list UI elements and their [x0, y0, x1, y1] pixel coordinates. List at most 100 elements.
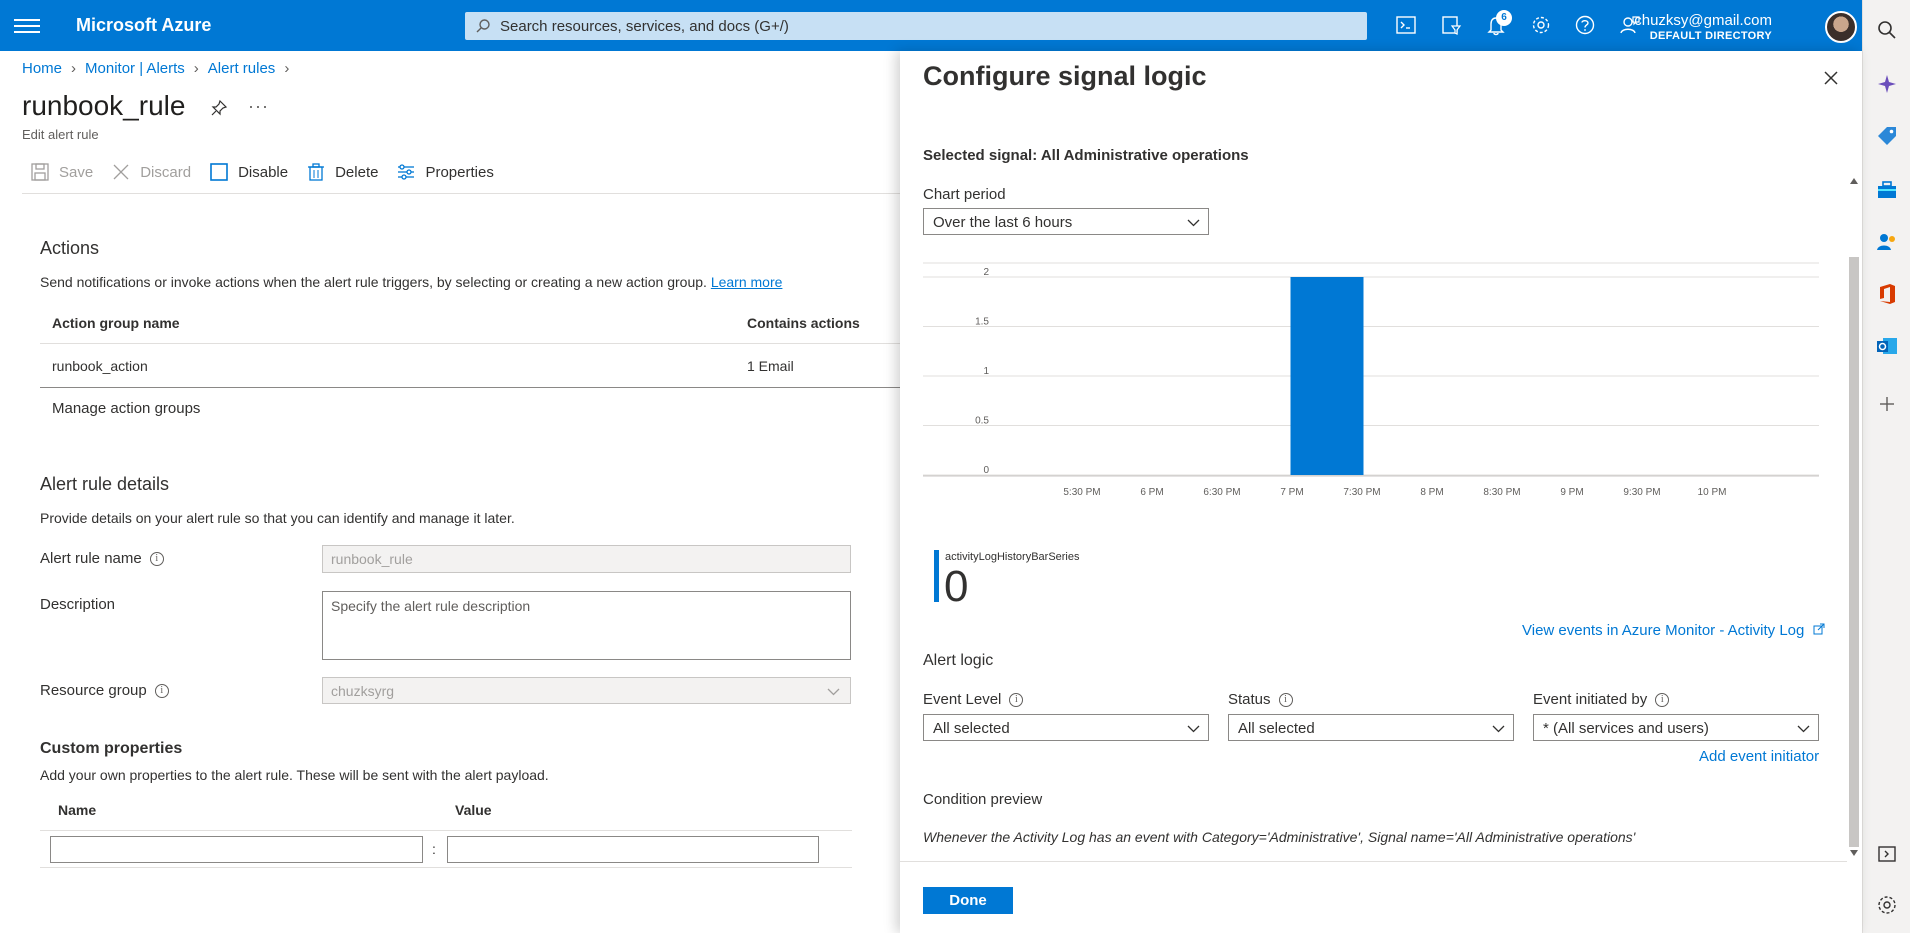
alert-logic-heading: Alert logic — [923, 652, 994, 669]
info-icon[interactable]: i — [1009, 692, 1024, 707]
scrollbar-thumb[interactable] — [1849, 257, 1859, 847]
view-events-link[interactable]: View events in Azure Monitor - Activity … — [1522, 622, 1825, 639]
delete-label: Delete — [335, 163, 379, 181]
disable-button[interactable]: Disable — [209, 162, 288, 182]
action-count: 1 Email — [747, 358, 794, 374]
close-icon[interactable] — [1820, 67, 1842, 89]
divider — [900, 861, 1847, 862]
info-icon[interactable]: i — [1655, 692, 1670, 707]
command-bar: Save Discard Disable Delete Properties — [30, 162, 512, 182]
top-bar: Microsoft Azure Search resources, servic… — [0, 0, 1862, 51]
people-icon[interactable] — [1875, 230, 1899, 254]
x-tick-label: 7 PM — [1280, 487, 1303, 498]
x-tick-label: 5:30 PM — [1063, 487, 1100, 498]
event-level-dropdown[interactable]: All selected — [923, 714, 1209, 741]
custom-properties-description: Add your own properties to the alert rul… — [40, 767, 549, 783]
chevron-right-icon: › — [71, 60, 77, 77]
gear-icon[interactable] — [1530, 14, 1552, 36]
collapse-panel-icon[interactable] — [1875, 842, 1899, 866]
scroll-down-icon[interactable] — [1849, 849, 1859, 857]
close-icon — [113, 164, 129, 180]
column-header-contains-actions: Contains actions — [747, 315, 860, 331]
panel-title: Configure signal logic — [923, 61, 1207, 91]
hamburger-menu-icon[interactable] — [14, 15, 40, 37]
info-icon[interactable]: i — [154, 683, 169, 698]
chart-period-dropdown[interactable]: Over the last 6 hours — [923, 208, 1209, 235]
delete-button[interactable]: Delete — [306, 162, 378, 182]
gear-icon[interactable] — [1875, 893, 1899, 917]
discard-button[interactable]: Discard — [111, 162, 191, 182]
outlook-icon[interactable] — [1875, 334, 1899, 358]
add-event-initiator-link[interactable]: Add event initiator — [1699, 748, 1819, 765]
action-group-link[interactable]: runbook_action — [52, 358, 148, 374]
notification-count-badge: 6 — [1496, 10, 1512, 26]
more-options-icon[interactable]: ··· — [248, 96, 269, 117]
y-tick-label: 2 — [983, 267, 989, 278]
alert-rule-name-field[interactable]: runbook_rule — [322, 545, 851, 573]
x-tick-label: 7:30 PM — [1343, 487, 1380, 498]
tag-icon[interactable] — [1875, 124, 1899, 148]
description-textarea[interactable]: Specify the alert rule description — [322, 591, 851, 660]
search-box[interactable]: Search resources, services, and docs (G+… — [465, 12, 1367, 40]
breadcrumb-alert-rules[interactable]: Alert rules — [208, 60, 276, 77]
avatar[interactable] — [1825, 11, 1857, 43]
resource-group-label: Resource group i — [40, 682, 169, 699]
brand-name[interactable]: Microsoft Azure — [76, 15, 211, 36]
resource-group-label-text: Resource group — [40, 682, 147, 699]
breadcrumb-home[interactable]: Home — [22, 60, 62, 77]
info-icon[interactable]: i — [149, 551, 164, 566]
legend-color-bar — [934, 550, 939, 602]
status-label: Status i — [1228, 691, 1293, 708]
properties-button[interactable]: Properties — [396, 162, 494, 182]
chevron-down-icon — [1797, 725, 1810, 733]
side-rail — [1862, 0, 1910, 933]
event-initiated-by-dropdown[interactable]: * (All services and users) — [1533, 714, 1819, 741]
resource-group-dropdown[interactable]: chuzksyrg — [322, 677, 851, 704]
office-icon[interactable] — [1875, 282, 1899, 306]
column-header-action-group-name: Action group name — [52, 315, 180, 331]
search-icon — [476, 19, 490, 33]
done-button[interactable]: Done — [923, 887, 1013, 914]
x-tick-label: 9 PM — [1560, 487, 1583, 498]
x-tick-label: 10 PM — [1698, 487, 1727, 498]
status-dropdown[interactable]: All selected — [1228, 714, 1514, 741]
status-label-text: Status — [1228, 691, 1271, 708]
alert-rule-details-heading: Alert rule details — [40, 474, 170, 494]
breadcrumb-monitor-alerts[interactable]: Monitor | Alerts — [85, 60, 185, 77]
x-tick-label: 6 PM — [1140, 487, 1163, 498]
chevron-down-icon — [1187, 219, 1200, 227]
page-subtitle: Edit alert rule — [22, 127, 99, 142]
chart-period-label: Chart period — [923, 186, 1006, 203]
chevron-down-icon — [827, 688, 840, 696]
x-tick-label: 8:30 PM — [1483, 487, 1520, 498]
add-icon[interactable] — [1875, 392, 1899, 416]
scroll-up-icon[interactable] — [1849, 177, 1859, 185]
event-initiated-by-label: Event initiated by i — [1533, 691, 1670, 708]
chevron-down-icon — [1187, 725, 1200, 733]
event-level-label-text: Event Level — [923, 691, 1002, 708]
panel-scrollbar[interactable] — [1847, 121, 1861, 857]
directory-filter-icon[interactable] — [1440, 14, 1462, 36]
pin-icon[interactable] — [210, 99, 228, 117]
info-icon[interactable]: i — [1278, 692, 1293, 707]
help-icon[interactable] — [1574, 14, 1596, 36]
alert-rule-name-label: Alert rule name i — [40, 550, 164, 567]
x-tick-label: 9:30 PM — [1623, 487, 1660, 498]
divider — [40, 867, 852, 868]
description-label: Description — [40, 596, 116, 613]
copilot-sparkle-icon[interactable] — [1875, 72, 1899, 96]
save-button[interactable]: Save — [30, 162, 93, 182]
resource-group-value: chuzksyrg — [331, 683, 395, 699]
account-menu[interactable]: chuzksy@gmail.com DEFAULT DIRECTORY — [1634, 12, 1772, 42]
actions-heading: Actions — [40, 238, 100, 258]
property-name-input[interactable] — [50, 836, 423, 863]
properties-label: Properties — [425, 163, 494, 181]
property-value-input[interactable] — [447, 836, 819, 863]
account-email: chuzksy@gmail.com — [1634, 12, 1772, 29]
search-icon[interactable] — [1875, 18, 1899, 42]
cloud-shell-icon[interactable] — [1395, 14, 1417, 36]
learn-more-link[interactable]: Learn more — [711, 274, 783, 290]
toolbox-icon[interactable] — [1875, 178, 1899, 202]
manage-action-groups-link[interactable]: Manage action groups — [52, 400, 200, 417]
column-header-name: Name — [58, 802, 97, 818]
